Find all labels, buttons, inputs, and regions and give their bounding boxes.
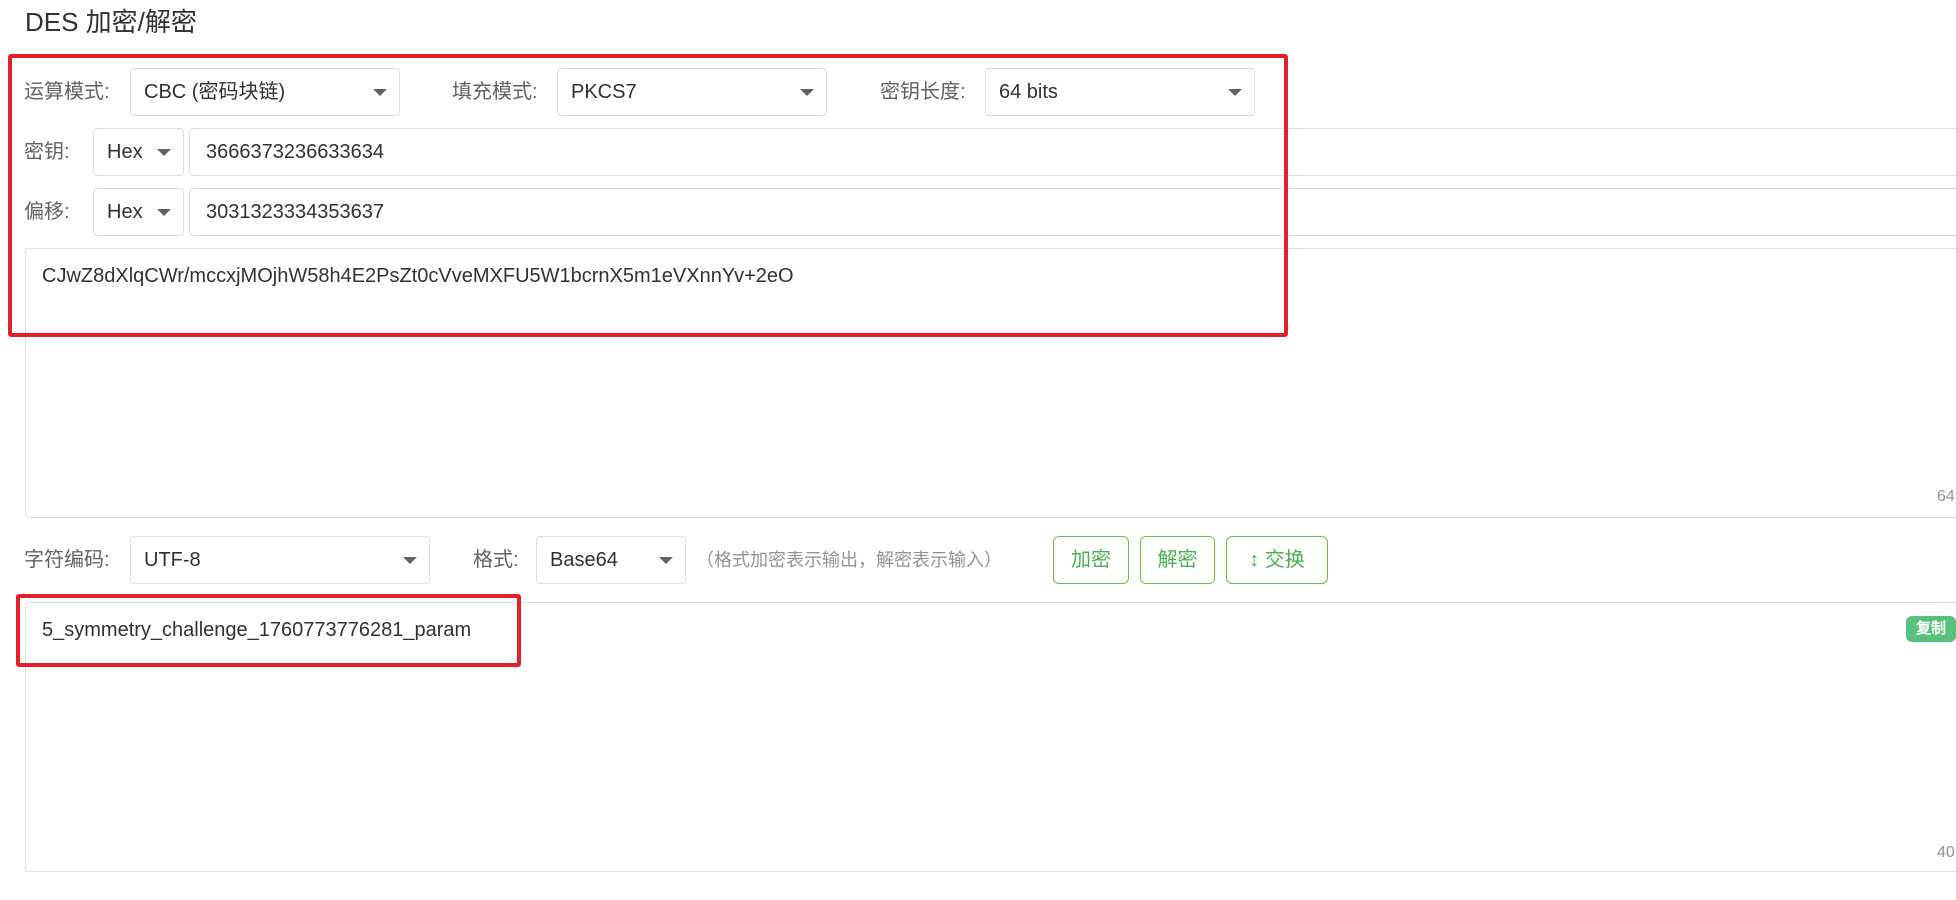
swap-button-label: 交换 <box>1264 549 1305 571</box>
chevron-down-icon <box>403 557 417 564</box>
chevron-down-icon <box>659 557 673 564</box>
format-label: 格式: <box>473 549 519 571</box>
highlight-box-settings <box>8 54 1288 337</box>
encrypt-button[interactable]: 加密 <box>1053 536 1129 584</box>
format-select[interactable]: Base64 <box>536 536 686 584</box>
page-title: DES 加密/解密 <box>25 7 197 37</box>
decrypt-button[interactable]: 解密 <box>1140 536 1215 584</box>
format-hint: （格式加密表示输出，解密表示输入） <box>696 550 1002 570</box>
charset-select[interactable]: UTF-8 <box>130 536 430 584</box>
input-char-count: 64 <box>1937 488 1955 505</box>
charset-label: 字符编码: <box>24 549 110 571</box>
up-down-arrow-icon: ↕ <box>1249 549 1260 571</box>
swap-button[interactable]: ↕ 交换 <box>1226 536 1328 584</box>
format-select-value: Base64 <box>550 549 618 571</box>
output-char-count: 40 <box>1937 844 1955 861</box>
copy-button[interactable]: 复制 <box>1906 616 1956 642</box>
highlight-box-output <box>16 594 521 667</box>
charset-select-value: UTF-8 <box>144 549 201 571</box>
